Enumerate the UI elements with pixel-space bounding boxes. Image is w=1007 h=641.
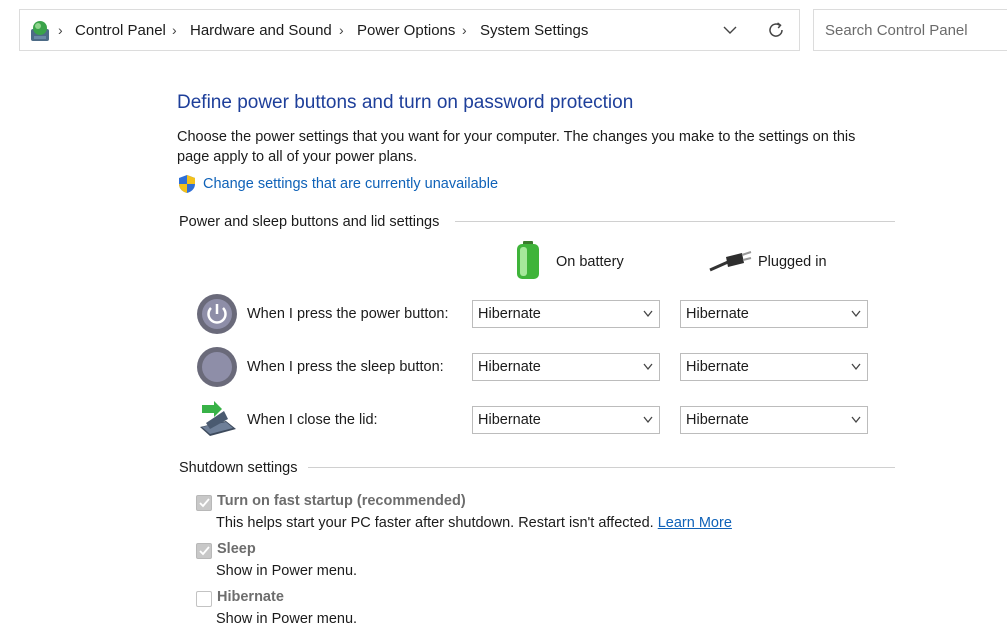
change-settings-link[interactable]: Change settings that are currently unava… — [203, 176, 498, 192]
breadcrumb-separator: › — [339, 22, 344, 38]
sleep-label: Sleep — [217, 541, 256, 557]
breadcrumb-separator: › — [58, 22, 63, 38]
section-heading-shutdown: Shutdown settings — [179, 460, 298, 476]
learn-more-link[interactable]: Learn More — [658, 515, 732, 531]
chevron-down-icon — [851, 363, 861, 371]
search-input[interactable] — [823, 21, 1007, 40]
row-label-power-button: When I press the power button: — [247, 306, 449, 322]
power-plug-icon — [709, 251, 752, 272]
section-heading-buttons: Power and sleep buttons and lid settings — [179, 214, 440, 230]
chevron-down-icon — [643, 363, 653, 371]
sleep-button-battery-select[interactable]: Hibernate — [472, 353, 660, 381]
checkmark-icon — [199, 498, 210, 508]
breadcrumb-system-settings[interactable]: System Settings — [480, 22, 588, 39]
power-button-plugged-select[interactable]: Hibernate — [680, 300, 868, 328]
column-plugged-in: Plugged in — [758, 254, 827, 270]
chevron-down-icon — [851, 310, 861, 318]
chevron-down-icon[interactable] — [720, 20, 740, 40]
power-button-battery-select[interactable]: Hibernate — [472, 300, 660, 328]
battery-icon — [517, 241, 539, 279]
hibernate-checkbox[interactable] — [196, 591, 212, 607]
breadcrumb-separator: › — [462, 22, 467, 38]
control-panel-icon — [31, 21, 49, 41]
uac-shield-icon — [179, 175, 195, 193]
hibernate-label: Hibernate — [217, 589, 284, 605]
column-on-battery: On battery — [556, 254, 624, 270]
sleep-description: Show in Power menu. — [216, 563, 358, 579]
laptop-lid-icon — [200, 401, 236, 436]
fast-startup-label: Turn on fast startup (recommended) — [217, 493, 466, 509]
chevron-down-icon — [643, 310, 653, 318]
address-bar[interactable]: › Control Panel › Hardware and Sound › P… — [19, 9, 800, 51]
sleep-button-icon — [197, 347, 237, 387]
page-title: Define power buttons and turn on passwor… — [177, 92, 634, 113]
fast-startup-description: This helps start your PC faster after sh… — [216, 515, 732, 531]
power-button-icon — [197, 294, 237, 334]
checkmark-icon — [199, 546, 210, 556]
hibernate-description: Show in Power menu. — [216, 611, 358, 627]
breadcrumb-control-panel[interactable]: Control Panel — [75, 22, 166, 39]
close-lid-battery-select[interactable]: Hibernate — [472, 406, 660, 434]
search-box[interactable] — [813, 9, 1007, 51]
chevron-down-icon — [851, 416, 861, 424]
row-label-sleep-button: When I press the sleep button: — [247, 359, 444, 375]
chevron-down-icon — [643, 416, 653, 424]
close-lid-plugged-select[interactable]: Hibernate — [680, 406, 868, 434]
breadcrumb-separator: › — [172, 22, 177, 38]
sleep-checkbox[interactable] — [196, 543, 212, 559]
breadcrumb-hardware-and-sound[interactable]: Hardware and Sound — [190, 22, 332, 39]
refresh-icon[interactable] — [765, 19, 787, 41]
sleep-button-plugged-select[interactable]: Hibernate — [680, 353, 868, 381]
row-label-close-lid: When I close the lid: — [247, 412, 378, 428]
breadcrumb-power-options[interactable]: Power Options — [357, 22, 455, 39]
section-divider — [308, 467, 895, 468]
section-divider — [455, 221, 895, 222]
fast-startup-checkbox[interactable] — [196, 495, 212, 511]
page-description: Choose the power settings that you want … — [177, 129, 856, 165]
